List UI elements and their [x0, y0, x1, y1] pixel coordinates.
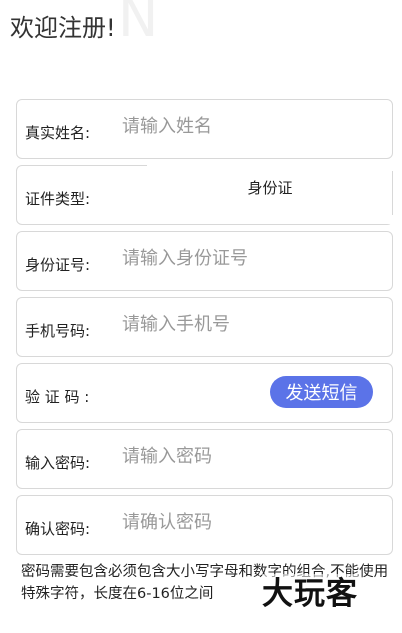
brand-logo: 大玩客 — [262, 574, 358, 614]
watermark-letter: N — [118, 0, 161, 49]
code-input[interactable] — [122, 375, 252, 405]
password-label: 输入密码: — [25, 453, 91, 472]
page-title: 欢迎注册! — [10, 14, 116, 42]
name-label: 真实姓名: — [25, 123, 91, 142]
id-type-select[interactable]: 身份证 — [147, 165, 393, 224]
confirm-row: 确认密码: — [16, 495, 393, 555]
id-type-row: 证件类型: 身份证 — [16, 165, 393, 225]
id-number-label: 身份证号: — [25, 255, 91, 274]
select-divider — [392, 171, 393, 215]
confirm-password-input[interactable] — [122, 507, 392, 537]
password-row: 输入密码: — [16, 429, 393, 489]
code-label: 验 证 码 : — [25, 387, 90, 406]
id-number-input[interactable] — [122, 243, 392, 273]
confirm-label: 确认密码: — [25, 519, 91, 538]
name-row: 真实姓名: — [16, 99, 393, 159]
send-sms-button[interactable]: 发送短信 — [270, 376, 373, 408]
register-page: N 欢迎注册! 真实姓名: 证件类型: 身份证 身份证号: 手机号码: 验 证 … — [0, 0, 402, 633]
register-form: 真实姓名: 证件类型: 身份证 身份证号: 手机号码: 验 证 码 : 发送短信… — [16, 99, 393, 561]
phone-input[interactable] — [122, 309, 392, 339]
id-type-label: 证件类型: — [25, 189, 91, 208]
id-type-value: 身份证 — [247, 179, 293, 197]
phone-label: 手机号码: — [25, 321, 91, 340]
id-number-row: 身份证号: — [16, 231, 393, 291]
code-row: 验 证 码 : 发送短信 — [16, 363, 393, 423]
phone-row: 手机号码: — [16, 297, 393, 357]
name-input[interactable] — [122, 111, 392, 141]
password-input[interactable] — [122, 441, 392, 471]
